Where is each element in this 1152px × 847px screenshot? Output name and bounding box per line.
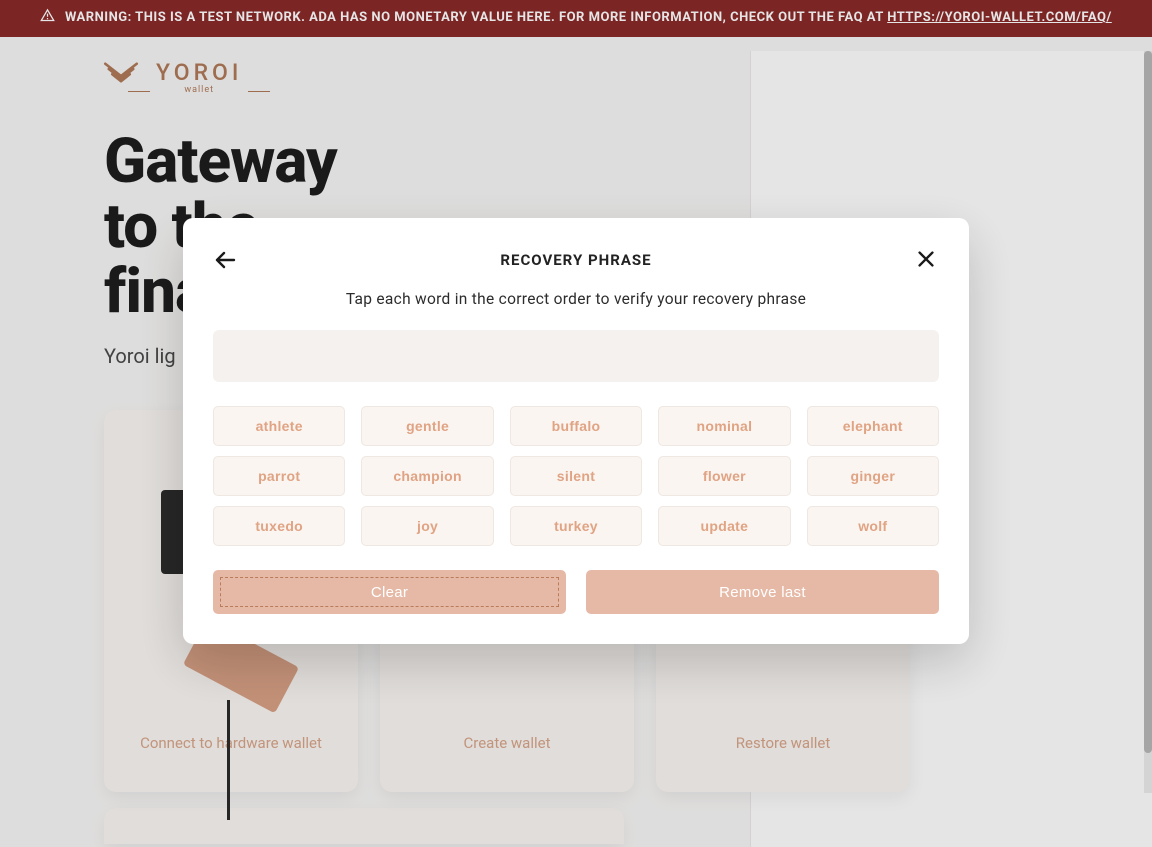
word-grid: athlete gentle buffalo nominal elephant … xyxy=(213,406,939,546)
remove-last-button[interactable]: Remove last xyxy=(586,570,939,614)
recovery-word-button[interactable]: champion xyxy=(361,456,493,496)
recovery-word-button[interactable]: update xyxy=(658,506,790,546)
selected-words-box xyxy=(213,330,939,382)
clear-button[interactable]: Clear xyxy=(213,570,566,614)
modal-title: RECOVERY PHRASE xyxy=(237,251,915,269)
recovery-word-button[interactable]: parrot xyxy=(213,456,345,496)
back-arrow-icon[interactable] xyxy=(213,248,237,272)
recovery-word-button[interactable]: buffalo xyxy=(510,406,642,446)
recovery-word-button[interactable]: ginger xyxy=(807,456,939,496)
recovery-word-button[interactable]: nominal xyxy=(658,406,790,446)
recovery-word-button[interactable]: tuxedo xyxy=(213,506,345,546)
recovery-word-button[interactable]: turkey xyxy=(510,506,642,546)
recovery-word-button[interactable]: flower xyxy=(658,456,790,496)
modal-instruction: Tap each word in the correct order to ve… xyxy=(213,290,939,308)
recovery-word-button[interactable]: gentle xyxy=(361,406,493,446)
recovery-phrase-modal: RECOVERY PHRASE Tap each word in the cor… xyxy=(183,218,969,644)
recovery-word-button[interactable]: joy xyxy=(361,506,493,546)
recovery-word-button[interactable]: athlete xyxy=(213,406,345,446)
close-icon[interactable] xyxy=(915,248,939,272)
recovery-word-button[interactable]: wolf xyxy=(807,506,939,546)
recovery-word-button[interactable]: silent xyxy=(510,456,642,496)
recovery-word-button[interactable]: elephant xyxy=(807,406,939,446)
